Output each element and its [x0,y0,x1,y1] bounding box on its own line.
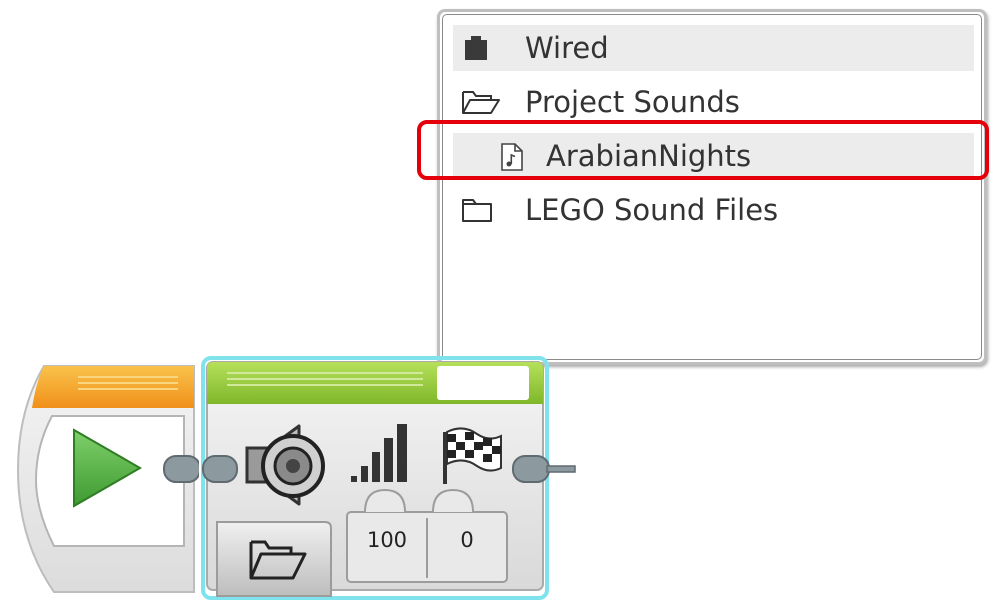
dropdown-item-project-sounds[interactable]: Project Sounds [453,79,974,125]
play-type-value[interactable]: 0 [427,528,507,552]
dropdown-item-wired[interactable]: Wired [453,25,974,71]
dropdown-item-lego-sound-files[interactable]: LEGO Sound Files [453,187,974,233]
folder-closed-icon [461,196,495,224]
mode-selector-button[interactable] [216,521,332,597]
selection-highlight-outline [417,120,989,180]
dropdown-item-label: Project Sounds [525,85,740,119]
program-start-block[interactable] [14,360,201,595]
sound-file-dropdown: Wired Project Sounds ArabianNights LEGO … [437,9,987,365]
dropdown-item-label: Wired [525,31,609,65]
volume-value[interactable]: 100 [347,528,427,552]
folder-open-icon [461,88,500,116]
wired-port-icon [461,34,495,62]
sound-block[interactable]: 100 0 [201,356,577,601]
dropdown-item-label: LEGO Sound Files [525,193,779,227]
